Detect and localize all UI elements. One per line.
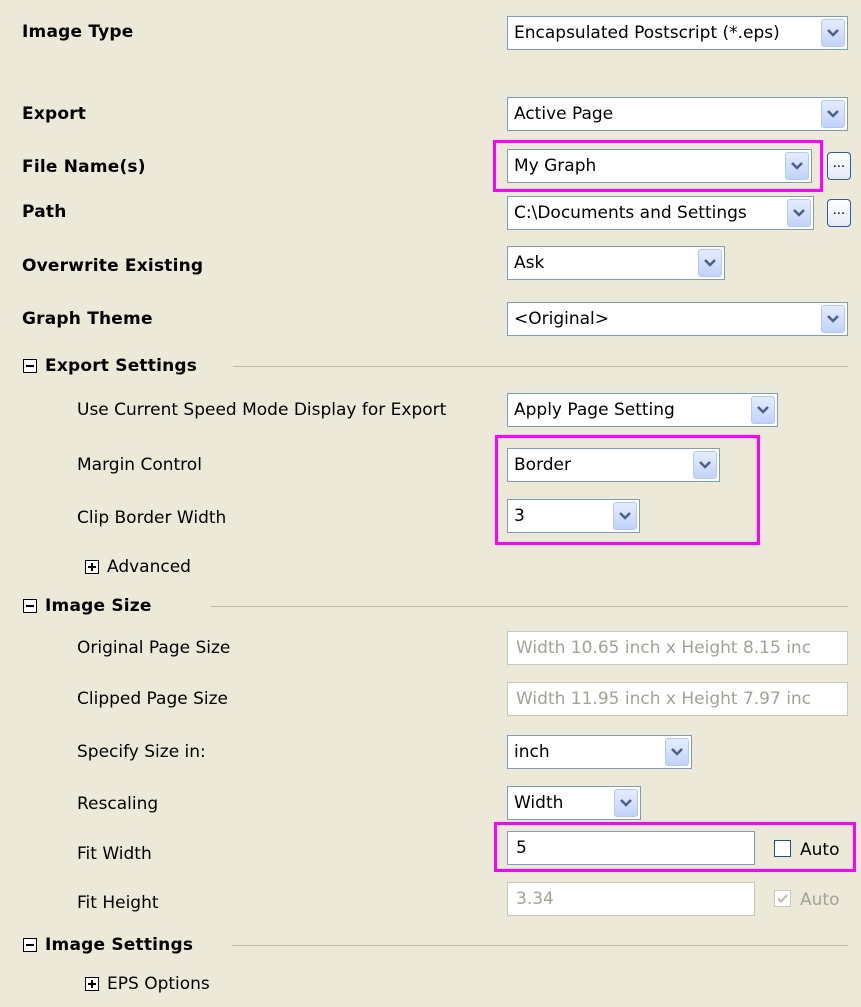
overwrite-existing-select[interactable]: Ask (507, 246, 725, 280)
graph-theme-label: Graph Theme (22, 309, 153, 329)
chevron-down-icon[interactable] (821, 305, 845, 333)
specify-size-in-value: inch (514, 742, 550, 762)
speed-mode-select[interactable]: Apply Page Setting (507, 393, 778, 427)
overwrite-existing-value: Ask (514, 253, 545, 273)
chevron-down-icon[interactable] (614, 789, 638, 817)
eps-options-node[interactable]: EPS Options (107, 973, 210, 995)
rescaling-label: Rescaling (77, 794, 159, 814)
original-page-size-value: Width 10.65 inch x Height 8.15 inc (516, 638, 812, 658)
fit-height-label: Fit Height (77, 893, 159, 913)
path-browse-button[interactable]: ... (827, 199, 851, 227)
graph-theme-value: <Original> (514, 309, 610, 329)
clip-border-width-label: Clip Border Width (77, 508, 227, 528)
image-size-header[interactable]: Image Size (45, 595, 152, 617)
specify-size-in-select[interactable]: inch (507, 735, 692, 769)
original-page-size-label: Original Page Size (77, 638, 231, 658)
specify-size-in-label: Specify Size in: (77, 742, 206, 762)
path-select[interactable]: C:\Documents and Settings (507, 196, 814, 230)
file-names-browse-button[interactable]: ... (827, 152, 851, 180)
speed-mode-label: Use Current Speed Mode Display for Expor… (77, 400, 447, 420)
advanced-node[interactable]: Advanced (107, 556, 191, 578)
image-type-value: Encapsulated Postscript (*.eps) (514, 23, 780, 43)
fit-width-label: Fit Width (77, 844, 152, 864)
expand-icon[interactable] (85, 977, 99, 991)
section-divider (232, 945, 848, 946)
fit-height-auto-label: Auto (800, 890, 840, 910)
export-select[interactable]: Active Page (507, 97, 848, 131)
image-type-select[interactable]: Encapsulated Postscript (*.eps) (507, 16, 848, 50)
image-type-label: Image Type (22, 22, 134, 42)
chevron-down-icon[interactable] (821, 100, 845, 128)
chevron-down-icon[interactable] (665, 738, 689, 766)
image-settings-header[interactable]: Image Settings (45, 934, 193, 956)
path-label: Path (22, 202, 67, 222)
margin-control-label: Margin Control (77, 455, 202, 475)
export-settings-header[interactable]: Export Settings (45, 355, 197, 377)
fit-height-field: 3.34 (507, 882, 755, 916)
clipped-page-size-label: Clipped Page Size (77, 689, 229, 709)
collapse-icon[interactable] (23, 599, 37, 613)
fit-height-value: 3.34 (516, 889, 554, 909)
overwrite-existing-label: Overwrite Existing (22, 256, 204, 276)
section-divider (210, 606, 848, 607)
highlight-box-fit-width (494, 822, 856, 872)
export-dialog-panel: Image Type Encapsulated Postscript (*.ep… (0, 0, 861, 1007)
clipped-page-size-value: Width 11.95 inch x Height 7.97 inc (516, 689, 812, 709)
file-names-label: File Name(s) (22, 157, 146, 177)
fit-height-auto-checkbox (774, 890, 791, 907)
highlight-box-margin (495, 435, 760, 545)
checkmark-icon (777, 894, 788, 903)
collapse-icon[interactable] (23, 359, 37, 373)
section-divider (233, 366, 848, 367)
original-page-size-field: Width 10.65 inch x Height 8.15 inc (507, 631, 848, 665)
rescaling-value: Width (514, 793, 564, 813)
speed-mode-value: Apply Page Setting (514, 400, 675, 420)
export-value: Active Page (514, 104, 614, 124)
expand-icon[interactable] (85, 560, 99, 574)
highlight-box-file-names (493, 140, 823, 192)
chevron-down-icon[interactable] (698, 249, 722, 277)
graph-theme-select[interactable]: <Original> (507, 302, 848, 336)
chevron-down-icon[interactable] (751, 396, 775, 424)
chevron-down-icon[interactable] (787, 199, 811, 227)
clipped-page-size-field: Width 11.95 inch x Height 7.97 inc (507, 682, 848, 716)
collapse-icon[interactable] (23, 938, 37, 952)
chevron-down-icon[interactable] (821, 19, 845, 47)
export-label: Export (22, 104, 87, 124)
path-value: C:\Documents and Settings (514, 203, 747, 223)
rescaling-select[interactable]: Width (507, 786, 641, 820)
